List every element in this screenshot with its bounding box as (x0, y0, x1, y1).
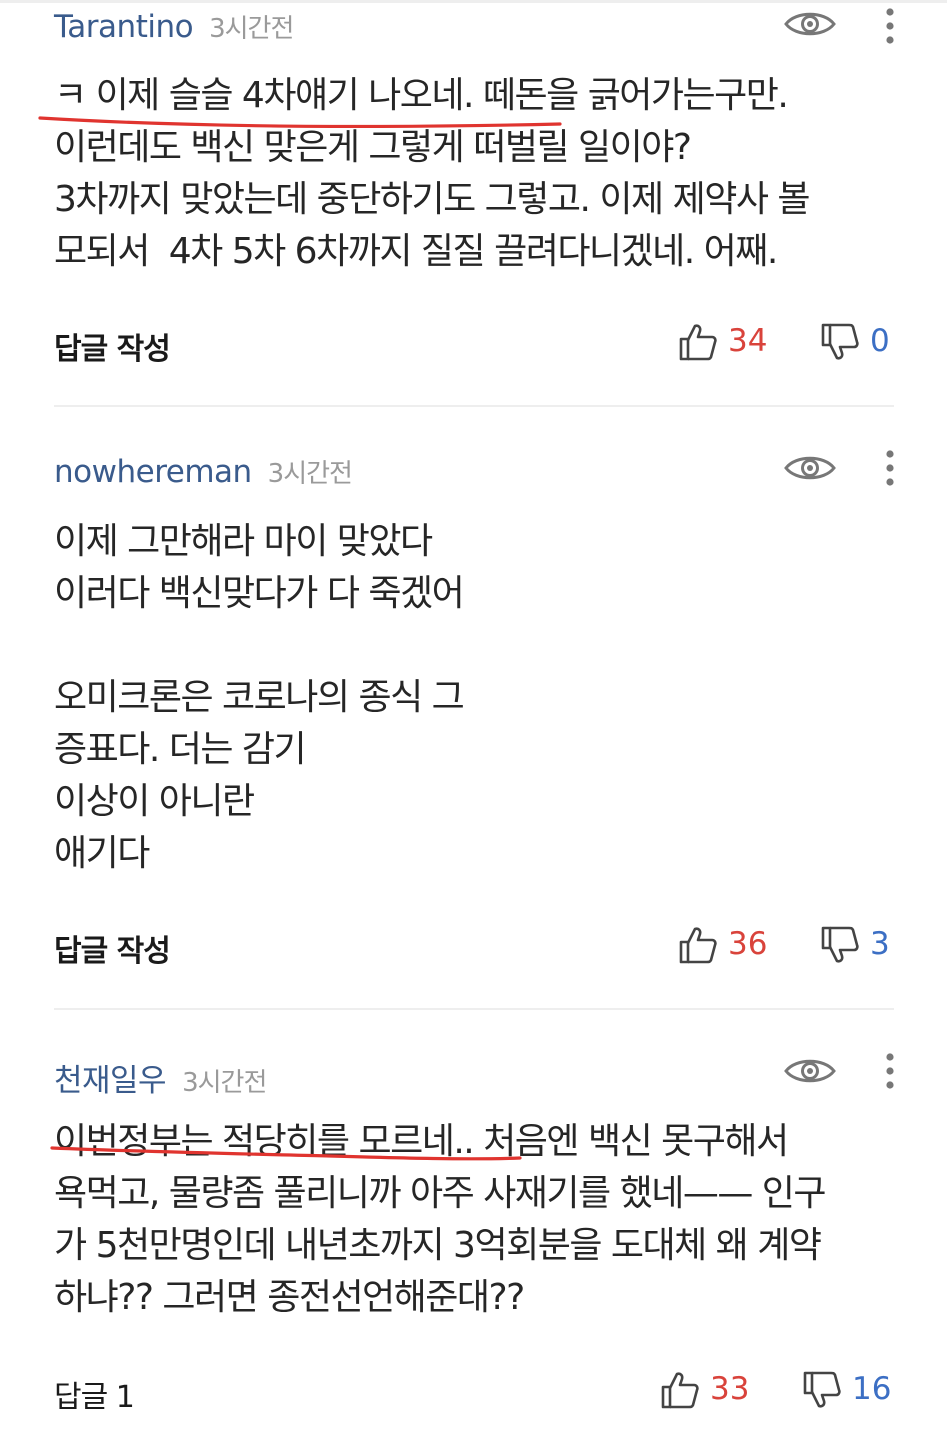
eye-icon[interactable] (784, 8, 836, 40)
author-name[interactable]: Tarantino (54, 9, 194, 45)
reply-button[interactable]: 답글 작성 (54, 926, 171, 970)
thumbs-up-icon[interactable] (678, 322, 718, 362)
comment-time: 3시간전 (209, 14, 294, 44)
thumbs-up-icon[interactable] (660, 1370, 700, 1410)
reply-button[interactable]: 답글 작성 (54, 324, 171, 368)
comment-text: 이번정부는 적당히를 모르네.. 처음엔 백신 못구해서 욕먹고, 물량좀 풀리… (54, 1121, 827, 1318)
comment-divider (54, 405, 894, 407)
comment-time: 3시간전 (182, 1068, 267, 1098)
like-count: 34 (728, 323, 768, 359)
dislike-count: 16 (852, 1371, 892, 1407)
comment-author-row: nowhereman 3시간전 (54, 453, 353, 490)
eye-icon[interactable] (784, 1055, 836, 1087)
author-name[interactable]: nowhereman (54, 454, 252, 490)
like-count: 36 (728, 926, 768, 962)
comment-author-row: 천재일우 3시간전 (54, 1055, 267, 1100)
comment-divider (54, 1008, 894, 1010)
comment-text: ㅋ 이제 슬슬 4차얘기 나오네. 떼돈을 긁어가는구만. 이런데도 백신 맞은… (54, 75, 811, 272)
thumbs-down-icon[interactable] (820, 925, 860, 965)
dislike-count: 0 (870, 323, 890, 359)
thumbs-down-icon[interactable] (802, 1370, 842, 1410)
comment-time: 3시간전 (267, 459, 353, 489)
reply-count-button[interactable]: 답글 1 (54, 1372, 135, 1416)
thumbs-down-icon[interactable] (820, 322, 860, 362)
dislike-count: 3 (870, 926, 890, 962)
top-divider (0, 0, 947, 3)
author-name[interactable]: 천재일우 (54, 1063, 167, 1099)
comment-author-row: Tarantino 3시간전 (54, 8, 294, 45)
more-vertical-icon[interactable] (878, 448, 902, 488)
comment-text: 이제 그만해라 마이 맞았다 이러다 백신맞다가 다 죽겠어 오미크론은 코로나… (54, 521, 465, 874)
more-vertical-icon[interactable] (878, 6, 902, 46)
eye-icon[interactable] (784, 452, 836, 484)
thumbs-up-icon[interactable] (678, 925, 718, 965)
more-vertical-icon[interactable] (878, 1051, 902, 1091)
like-count: 33 (710, 1371, 750, 1407)
